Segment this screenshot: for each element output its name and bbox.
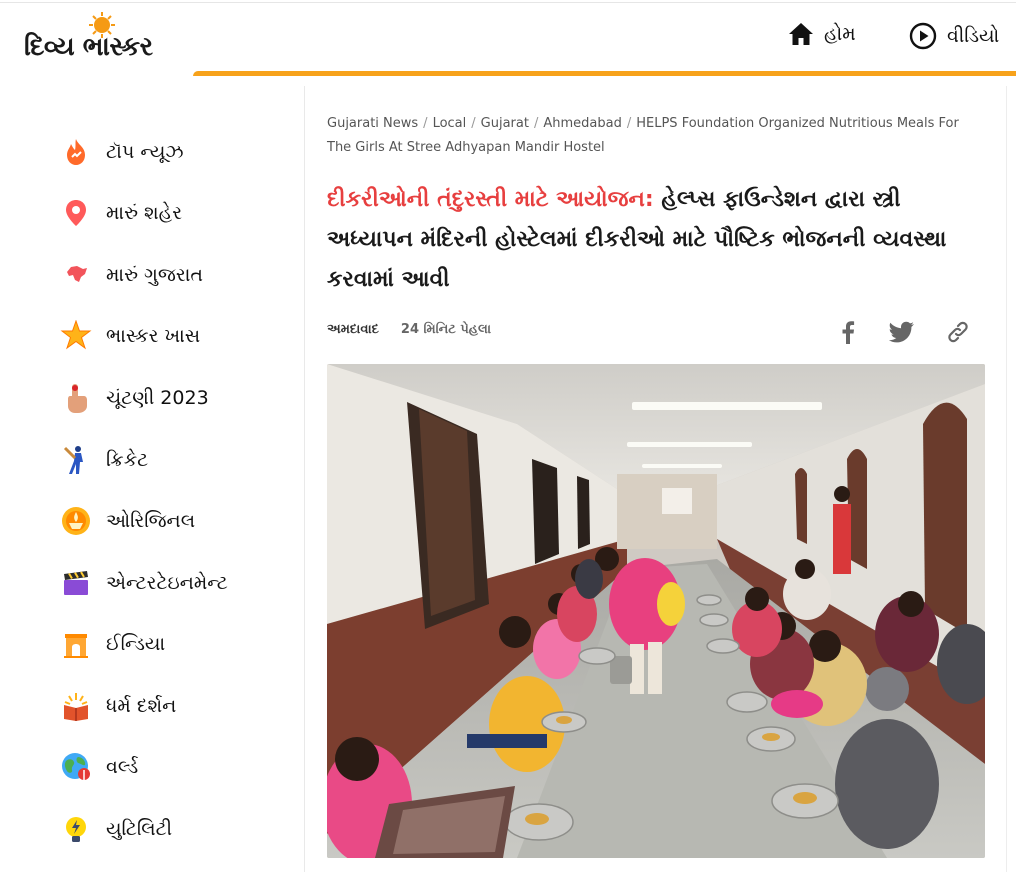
sidebar-item-india[interactable]: ઈન્ડિયા (60, 624, 165, 664)
copy-link-button[interactable] (943, 317, 973, 347)
sidebar-divider (304, 86, 305, 872)
sidebar-item-original[interactable]: ઓરિજિનલ (60, 501, 195, 541)
article-location: અમદાવાદ (327, 322, 379, 337)
sidebar-item-label: વર્લ્ડ (106, 756, 139, 778)
fire-icon (60, 136, 92, 168)
gujarat-map-icon (60, 259, 92, 291)
nav-video-label: વીડિયો (947, 25, 1000, 47)
sidebar-item-religion[interactable]: ધર્મ દર્શન (60, 686, 176, 726)
voting-finger-icon (60, 382, 92, 414)
diya-lamp-icon (60, 505, 92, 537)
sidebar-item-label: ક્રિકેટ (106, 449, 149, 471)
breadcrumb-separator: / (626, 116, 632, 131)
twitter-icon (889, 321, 914, 343)
logo-text: દિવ્ય ભાસ્કર (24, 32, 153, 62)
sidebar-item-entertainment[interactable]: એન્ટરટેઇનમેન્ટ (60, 563, 228, 603)
sidebar-item-top-news[interactable]: ટૉપ ન્યૂઝ (60, 132, 184, 172)
sidebar-item-label: ધર્મ દર્શન (106, 695, 177, 717)
sidebar-item-my-city[interactable]: મારું શહેર (60, 193, 182, 233)
header-top-border (0, 2, 1016, 3)
facebook-share-button[interactable] (833, 317, 863, 347)
sidebar-item-label: ઓરિજિનલ (106, 510, 196, 532)
globe-icon (60, 751, 92, 783)
breadcrumb-separator: / (423, 116, 428, 131)
nav-video[interactable]: વીડિયો (909, 22, 999, 50)
sidebar-item-election[interactable]: ચૂંટણી 2023 (60, 378, 209, 418)
article-time: 24 મિનિટ પેહલા (400, 322, 492, 337)
breadcrumb-link[interactable]: Local (433, 116, 467, 131)
breadcrumb-separator: / (471, 116, 476, 131)
facebook-icon (842, 321, 855, 344)
sidebar-item-bhaskar-special[interactable]: ભાસ્કર ખાસ (60, 316, 200, 356)
cricket-player-icon (60, 444, 92, 476)
sidebar-item-label: એન્ટરટેઇનમેન્ટ (106, 572, 228, 594)
breadcrumb: Gujarati News / Local / Gujarat / Ahmedabad / HE… (327, 112, 977, 160)
nav-home[interactable]: હોમ (788, 22, 856, 46)
content-right-border (1006, 86, 1007, 872)
site-header: દિવ્ય ભાસ્કર હોમ વીડિયો (0, 0, 1016, 76)
lightbulb-icon (60, 813, 92, 845)
star-icon (60, 320, 92, 352)
sidebar-item-my-gujarat[interactable]: મારું ગુજરાત (60, 255, 203, 295)
sidebar-item-label: ચૂંટણી 2023 (106, 387, 209, 409)
sidebar-item-world[interactable]: વર્લ્ડ (60, 747, 138, 787)
sidebar-item-label: યુટિલિટી (106, 818, 173, 840)
sidebar-item-cricket[interactable]: ક્રિકેટ (60, 440, 148, 480)
sidebar-item-label: મારું શહેર (106, 202, 183, 224)
article-headline: દીકરીઓની તંદુરસ્તી માટે આયોજન: હેલ્પ્સ ફ… (327, 180, 977, 300)
sidebar-item-label: મારું ગુજરાત (106, 264, 203, 286)
article-meta: અમદાવાદ 24 મિનિટ પેહલા (327, 322, 491, 337)
sidebar-item-label: ઈન્ડિયા (106, 633, 166, 655)
header-accent-bar (193, 71, 1016, 76)
twitter-share-button[interactable] (887, 317, 917, 347)
home-icon (789, 23, 813, 45)
site-logo[interactable]: દિવ્ય ભાસ્કર (24, 12, 184, 68)
sidebar-item-label: ટૉપ ન્યૂઝ (106, 141, 184, 163)
india-gate-icon (60, 628, 92, 660)
breadcrumb-current: HELPS Foundation Organized Nutritious Me… (327, 116, 959, 155)
article-photo[interactable] (327, 364, 985, 858)
clapperboard-icon (60, 567, 92, 599)
breadcrumb-separator: / (533, 116, 539, 131)
sidebar-item-utility[interactable]: યુટિલિટી (60, 809, 172, 849)
play-icon (909, 22, 937, 50)
holy-book-icon (60, 690, 92, 722)
sidebar-item-label: ભાસ્કર ખાસ (106, 325, 201, 347)
link-icon (948, 321, 968, 343)
sidebar-nav: ટૉપ ન્યૂઝ મારું શહેર મારું ગુજરાત ભાસ્કર… (0, 88, 304, 872)
breadcrumb-link[interactable]: Gujarat (481, 116, 529, 131)
breadcrumb-link[interactable]: Ahmedabad (543, 116, 621, 131)
breadcrumb-link[interactable]: Gujarati News (327, 116, 418, 131)
hostel-dining-photo (327, 364, 985, 858)
location-pin-icon (60, 197, 92, 229)
headline-highlight: દીકરીઓની તંદુરસ્તી માટે આયોજન: (327, 187, 654, 212)
nav-home-label: હોમ (824, 23, 856, 45)
